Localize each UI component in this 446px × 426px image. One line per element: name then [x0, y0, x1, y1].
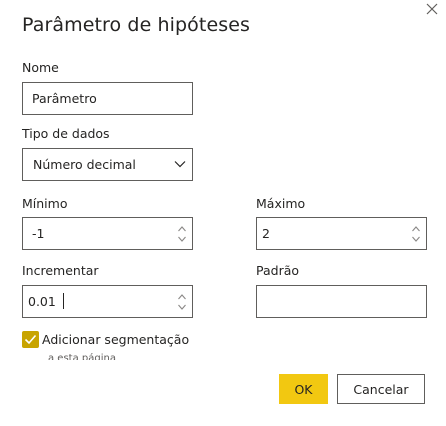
- add-slicer-label: Adicionar segmentação: [42, 332, 190, 347]
- increment-input[interactable]: 0.01: [22, 285, 193, 318]
- maximum-input[interactable]: 2: [256, 217, 427, 250]
- chevron-down-icon: [174, 159, 186, 169]
- add-slicer-label-line2: a esta página: [48, 353, 116, 360]
- add-slicer-checkbox[interactable]: [22, 331, 39, 348]
- name-input-value: Parâmetro: [32, 91, 97, 106]
- maximum-input-value: 2: [262, 226, 270, 241]
- spin-arrows-icon[interactable]: [411, 223, 421, 245]
- data-type-dropdown[interactable]: Número decimal: [22, 148, 193, 181]
- minimum-input[interactable]: -1: [22, 217, 193, 250]
- data-type-label: Tipo de dados: [22, 126, 110, 141]
- default-input[interactable]: [256, 285, 427, 318]
- data-type-selected: Número decimal: [33, 157, 136, 172]
- spin-arrows-icon[interactable]: [177, 223, 187, 245]
- spin-arrows-icon[interactable]: [177, 291, 187, 313]
- ok-button[interactable]: OK: [279, 374, 328, 404]
- default-label: Padrão: [256, 263, 300, 278]
- dialog-title: Parâmetro de hipóteses: [22, 14, 251, 36]
- text-caret: [63, 293, 64, 309]
- what-if-parameter-dialog: Parâmetro de hipóteses Nome Parâmetro Ti…: [0, 0, 446, 426]
- increment-label: Incrementar: [22, 263, 99, 278]
- cancel-button[interactable]: Cancelar: [337, 374, 425, 404]
- name-label: Nome: [22, 60, 59, 75]
- maximum-label: Máximo: [256, 196, 306, 211]
- close-icon[interactable]: [423, 0, 441, 18]
- minimum-input-value: -1: [32, 226, 45, 241]
- minimum-label: Mínimo: [22, 196, 68, 211]
- increment-input-value: 0.01: [28, 294, 56, 309]
- name-input[interactable]: Parâmetro: [22, 82, 193, 115]
